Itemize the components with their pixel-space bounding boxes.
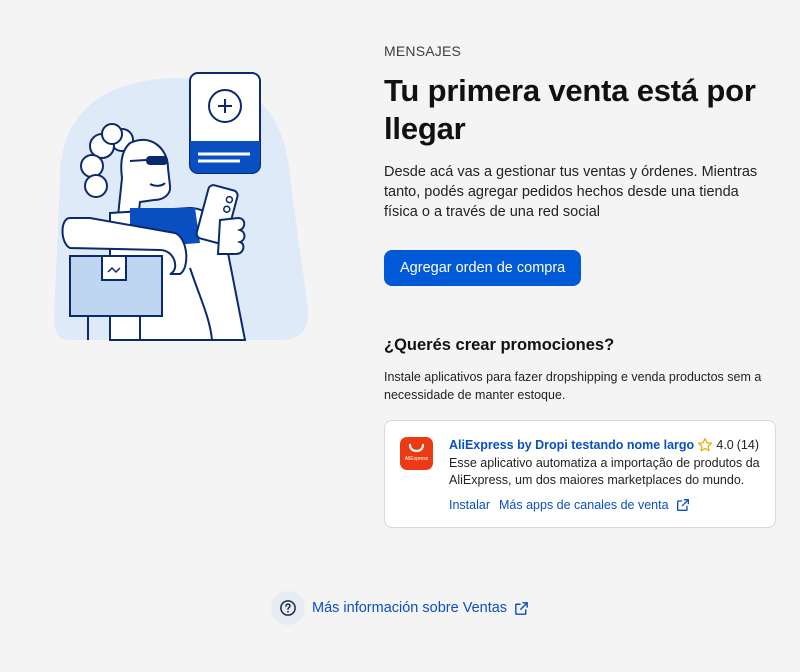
app-description: Esse aplicativo automatiza a importação …: [449, 456, 760, 487]
promotions-description: Instale aplicativos para fazer dropshipp…: [384, 370, 762, 402]
rating-value: 4.0: [716, 438, 734, 452]
section-eyebrow: MENSAJES: [384, 43, 462, 59]
page-description: Desde acá vas a gestionar tus ventas y ó…: [384, 164, 758, 220]
sales-empty-state-page: MENSAJES Tu primera venta está por llega…: [0, 0, 800, 672]
shopping-bag-icon: [408, 443, 425, 453]
promotions-title: ¿Querés crear promociones?: [384, 336, 615, 354]
more-info-label: Más información sobre Ventas: [312, 600, 508, 616]
phone-card-icon: [189, 72, 261, 174]
more-info-sales-link[interactable]: Más información sobre Ventas: [312, 600, 530, 617]
help-circle-icon: [271, 591, 305, 625]
main-content: MENSAJES Tu primera venta está por llega…: [384, 42, 784, 528]
star-outline-icon: [698, 438, 713, 452]
add-order-button[interactable]: Agregar orden de compra: [384, 250, 582, 286]
sales-illustration: [54, 72, 309, 341]
rating-count: (14): [736, 438, 759, 452]
app-name-link[interactable]: AliExpress by Dropi testando nome largo: [449, 438, 694, 452]
install-link[interactable]: Instalar: [449, 498, 490, 512]
more-apps-label: Más apps de canales de venta: [499, 498, 669, 512]
external-link-icon: [515, 601, 528, 615]
page-title: Tu primera venta está por llegar: [384, 73, 756, 146]
aliexpress-logo-text: AliExpress: [404, 456, 429, 462]
app-rating: 4.0 (14): [697, 437, 759, 453]
aliexpress-logo: AliExpress: [400, 437, 433, 470]
app-links: Instalar Más apps de canales de venta: [449, 497, 691, 513]
app-card: AliExpress AliExpress by Dropi testando …: [384, 420, 776, 528]
external-link-icon: [676, 499, 689, 511]
more-apps-link[interactable]: Más apps de canales de venta: [499, 497, 691, 513]
more-info-row: Más información sobre Ventas: [271, 591, 530, 625]
